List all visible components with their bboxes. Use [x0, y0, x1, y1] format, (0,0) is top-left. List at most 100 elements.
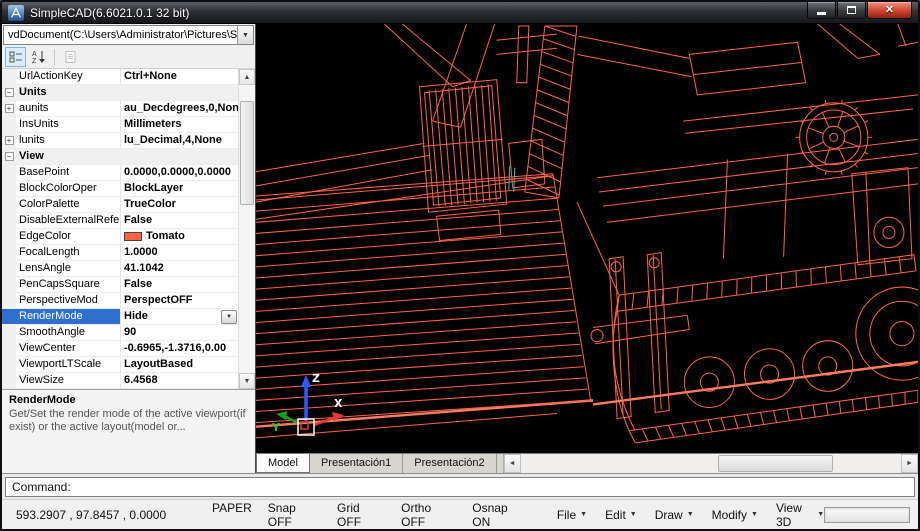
status-bar: 593.2907 , 97.8457 , 0.0000 PAPER Snap OF…: [2, 499, 918, 529]
property-value[interactable]: -0.6965,-1.3716,0.00: [120, 341, 238, 356]
status-toggle-ortho[interactable]: Ortho OFF: [401, 501, 456, 529]
property-value[interactable]: LayoutBased: [120, 357, 238, 372]
chevron-down-icon: ▼: [630, 511, 637, 518]
property-row-lensangle[interactable]: LensAngle41.1042: [2, 261, 238, 277]
status-toggle-grid[interactable]: Grid OFF: [337, 501, 385, 529]
property-value[interactable]: BlockLayer: [120, 181, 238, 196]
property-value[interactable]: Hide▼: [120, 309, 238, 324]
title-bar[interactable]: SimpleCAD(6.6021.0.1 32 bit) ✕: [2, 2, 918, 24]
alphabetical-sort-button[interactable]: A Z: [28, 47, 49, 67]
tab-presentación2[interactable]: Presentación2: [403, 454, 496, 473]
command-input[interactable]: Command:: [5, 477, 915, 497]
property-value[interactable]: Tomato: [120, 229, 238, 244]
property-value[interactable]: 90: [120, 325, 238, 340]
hscrollbar-thumb[interactable]: [718, 455, 832, 472]
row-gutter: [2, 261, 16, 276]
status-toggle-snap[interactable]: Snap OFF: [268, 501, 321, 529]
property-name: lunits: [16, 133, 120, 148]
menu-label: File: [557, 508, 576, 522]
property-row-focallength[interactable]: FocalLength1.0000: [2, 245, 238, 261]
categorized-button[interactable]: [5, 47, 26, 67]
status-menu-view-3d[interactable]: View 3D▼: [776, 501, 824, 529]
expand-icon[interactable]: +: [5, 136, 14, 145]
property-name: aunits: [16, 101, 120, 116]
scroll-left-button[interactable]: ◄: [504, 454, 521, 473]
tab-model[interactable]: Model: [256, 454, 310, 473]
property-panel: vdDocument(C:\Users\Administrator\Pictur…: [2, 24, 256, 473]
property-value[interactable]: False: [120, 277, 238, 292]
scrollbar-track[interactable]: [239, 85, 255, 373]
property-value[interactable]: Millimeters: [120, 117, 238, 132]
scroll-up-button[interactable]: ▲: [239, 69, 255, 85]
status-menu-file[interactable]: File▼: [557, 501, 587, 529]
status-toggle-paper[interactable]: PAPER: [212, 501, 252, 529]
scroll-right-button[interactable]: ►: [901, 454, 918, 473]
property-row-pencapssquare[interactable]: PenCapsSquareFalse: [2, 277, 238, 293]
tab-presentación1[interactable]: Presentación1: [310, 454, 403, 473]
property-row-insunits[interactable]: InsUnitsMillimeters: [2, 117, 238, 133]
horizontal-scrollbar[interactable]: ◄ ►: [503, 454, 918, 473]
property-name: RenderMode: [16, 309, 120, 324]
row-gutter: [2, 245, 16, 260]
cad-canvas[interactable]: Z X Y: [256, 24, 918, 453]
app-icon: [8, 5, 24, 21]
property-row-colorpalette[interactable]: ColorPaletteTrueColor: [2, 197, 238, 213]
property-row-urlactionkey[interactable]: UrlActionKey Ctrl+None: [2, 69, 238, 85]
document-selector-value: vdDocument(C:\Users\Administrator\Pictur…: [4, 26, 237, 44]
property-value-text: Ctrl+None: [124, 69, 238, 84]
property-row-blockcoloroper[interactable]: BlockColorOperBlockLayer: [2, 181, 238, 197]
property-row-perspectivemod[interactable]: PerspectiveModPerspectOFF: [2, 293, 238, 309]
status-menu-edit[interactable]: Edit▼: [605, 501, 637, 529]
property-row-smoothangle[interactable]: SmoothAngle90: [2, 325, 238, 341]
property-value[interactable]: False: [120, 213, 238, 228]
property-value[interactable]: lu_Decimal,4,None: [120, 133, 238, 148]
document-selector[interactable]: vdDocument(C:\Users\Administrator\Pictur…: [3, 25, 254, 45]
collapse-icon[interactable]: −: [5, 152, 14, 161]
row-gutter: [2, 213, 16, 228]
description-title: RenderMode: [9, 394, 248, 406]
document-selector-dropdown[interactable]: ▼: [237, 26, 253, 44]
minimize-button[interactable]: [807, 2, 836, 19]
property-value[interactable]: 1.0000: [120, 245, 238, 260]
property-row-viewsize[interactable]: ViewSize6.4568: [2, 373, 238, 389]
property-value-text: 0.0000,0.0000,0.0000: [124, 165, 238, 180]
property-category-units[interactable]: −Units: [2, 85, 238, 101]
status-toggles: PAPER Snap OFF Grid OFF Ortho OFF Osnap ON: [212, 501, 527, 529]
property-row-disableexternalrefe[interactable]: DisableExternalRefeFalse: [2, 213, 238, 229]
scrollbar-thumb[interactable]: [240, 101, 254, 205]
property-name: UrlActionKey: [16, 69, 120, 84]
property-row-viewportltscale[interactable]: ViewportLTScaleLayoutBased: [2, 357, 238, 373]
property-value[interactable]: 0.0000,0.0000,0.0000: [120, 165, 238, 180]
property-value[interactable]: 6.4568: [120, 373, 238, 388]
property-row-viewcenter[interactable]: ViewCenter-0.6965,-1.3716,0.00: [2, 341, 238, 357]
property-value-text: 90: [124, 325, 238, 340]
property-value[interactable]: Ctrl+None: [120, 69, 238, 84]
menu-label: View 3D: [776, 501, 813, 529]
maximize-button[interactable]: [837, 2, 866, 19]
row-gutter: [2, 309, 16, 324]
status-menu-draw[interactable]: Draw▼: [655, 501, 694, 529]
property-scrollbar[interactable]: ▲ ▼: [238, 69, 255, 389]
hscrollbar-track[interactable]: [521, 454, 901, 473]
row-gutter: [2, 373, 16, 388]
property-row-aunits[interactable]: +aunitsau_Decdegrees,0,None: [2, 101, 238, 117]
property-value[interactable]: au_Decdegrees,0,None: [120, 101, 238, 116]
status-menu-modify[interactable]: Modify▼: [712, 501, 758, 529]
collapse-icon[interactable]: −: [5, 88, 14, 97]
arrow-left-icon: ◄: [509, 460, 516, 467]
value-dropdown-button[interactable]: ▼: [221, 310, 237, 324]
property-value-text: False: [124, 277, 238, 292]
close-button[interactable]: ✕: [867, 2, 912, 19]
property-value[interactable]: 41.1042: [120, 261, 238, 276]
property-row-basepoint[interactable]: BasePoint0.0000,0.0000,0.0000: [2, 165, 238, 181]
property-row-edgecolor[interactable]: EdgeColorTomato: [2, 229, 238, 245]
scroll-down-button[interactable]: ▼: [239, 373, 255, 389]
status-toggle-osnap[interactable]: Osnap ON: [472, 501, 527, 529]
coordinate-display: 593.2907 , 97.8457 , 0.0000: [10, 508, 200, 522]
property-value[interactable]: PerspectOFF: [120, 293, 238, 308]
property-value[interactable]: TrueColor: [120, 197, 238, 212]
expand-icon[interactable]: +: [5, 104, 14, 113]
property-category-view[interactable]: −View: [2, 149, 238, 165]
property-row-lunits[interactable]: +lunitslu_Decimal,4,None: [2, 133, 238, 149]
property-row-rendermode[interactable]: RenderModeHide▼: [2, 309, 238, 325]
